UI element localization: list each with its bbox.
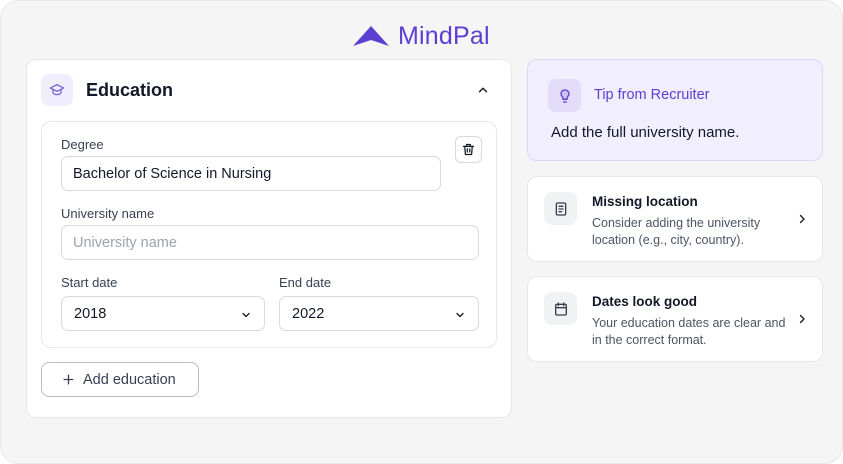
section-title: Education (86, 79, 174, 100)
check-desc: Consider adding the university location … (592, 216, 761, 247)
start-date-label: Start date (61, 275, 118, 290)
add-education-label: Add education (83, 371, 176, 388)
plus-icon (63, 374, 74, 385)
education-card: Education Degree University name (26, 59, 512, 418)
tip-body: Add the full university name. (551, 124, 740, 141)
end-date-value: 2022 (292, 305, 325, 322)
education-header: Education (41, 74, 497, 106)
brand-mark-icon (353, 26, 389, 46)
check-title: Dates look good (592, 294, 698, 309)
brand-logo: MindPal (352, 19, 490, 53)
app-frame: MindPal Education Degree Bachelor of Sci… (0, 0, 843, 464)
graduation-cap-icon (41, 74, 73, 106)
end-date-select[interactable]: 2022 (279, 296, 479, 331)
trash-icon (462, 143, 475, 156)
university-label: University name (61, 206, 155, 221)
brand-name: MindPal (398, 21, 490, 50)
chevron-right-icon (799, 314, 805, 324)
end-date-label: End date (279, 275, 332, 290)
check-title: Missing location (592, 194, 698, 209)
tip-title: Tip from Recruiter (594, 87, 710, 103)
chevron-down-icon (456, 312, 464, 318)
degree-label: Degree (61, 137, 104, 152)
check-missing-location[interactable]: Missing location Consider adding the uni… (527, 176, 823, 262)
check-dates-good[interactable]: Dates look good Your education dates are… (527, 276, 823, 362)
start-date-value: 2018 (74, 305, 107, 322)
check-desc: Your education dates are clear and in th… (592, 316, 786, 347)
chevron-down-icon (242, 312, 250, 318)
education-entry: Degree University name Start date 2018 (41, 121, 497, 348)
document-icon (544, 192, 577, 225)
add-education-button[interactable]: Add education (41, 362, 199, 397)
calendar-icon (544, 292, 577, 325)
collapse-button[interactable] (473, 80, 493, 100)
chevron-right-icon (799, 214, 805, 224)
chevron-up-icon (478, 87, 488, 93)
recruiter-tip-card: Tip from Recruiter Add the full universi… (527, 59, 823, 161)
delete-entry-button[interactable] (455, 136, 482, 163)
start-date-select[interactable]: 2018 (61, 296, 265, 331)
university-input[interactable] (61, 225, 479, 260)
degree-input[interactable] (61, 156, 441, 191)
lightbulb-icon (548, 79, 581, 112)
